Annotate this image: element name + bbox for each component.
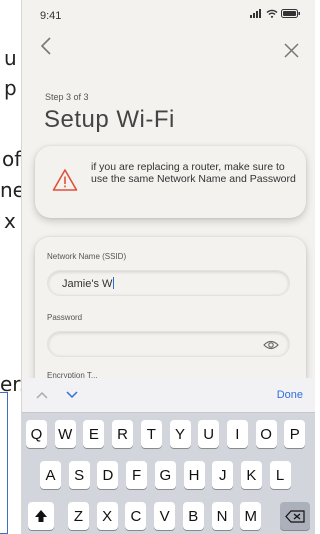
previous-field-button[interactable]: [36, 386, 48, 402]
signal-icon: [250, 9, 261, 18]
background-text-fragment: p: [4, 76, 17, 100]
step-indicator: Step 3 of 3: [45, 92, 89, 102]
key-n[interactable]: N: [211, 502, 233, 530]
shift-icon: [35, 510, 47, 522]
key-o[interactable]: O: [255, 420, 277, 448]
password-field[interactable]: [47, 331, 290, 357]
text-cursor: [113, 277, 115, 289]
status-time: 9:41: [40, 10, 62, 22]
warning-icon: [52, 168, 78, 197]
key-g[interactable]: G: [154, 461, 176, 489]
back-button[interactable]: [40, 36, 52, 62]
keyboard-row-3: ZXCVBNM: [22, 502, 315, 532]
key-m[interactable]: M: [240, 502, 262, 530]
network-name-label: Network Name (SSID): [47, 252, 127, 261]
key-c[interactable]: C: [125, 502, 147, 530]
key-t[interactable]: T: [140, 420, 162, 448]
next-field-button[interactable]: [66, 386, 78, 402]
key-j[interactable]: J: [212, 461, 234, 489]
keyboard-row-2: ASDFGHJKL: [22, 461, 315, 491]
key-q[interactable]: Q: [26, 420, 47, 448]
key-y[interactable]: Y: [169, 420, 191, 448]
close-icon: [284, 43, 299, 58]
background-text-fragment: x: [4, 209, 16, 233]
key-p[interactable]: P: [284, 420, 306, 448]
key-l[interactable]: L: [269, 461, 291, 489]
key-i[interactable]: I: [226, 420, 248, 448]
navigation-bar: [22, 36, 315, 64]
backspace-icon: [285, 509, 305, 523]
warning-message: if you are replacing a router, make sure…: [91, 161, 296, 185]
warning-card: if you are replacing a router, make sure…: [35, 146, 306, 218]
network-name-value: Jamie's W: [62, 277, 115, 290]
password-label: Password: [47, 313, 83, 322]
background-text-fragment: u: [4, 46, 17, 70]
status-icons: [250, 9, 301, 18]
delete-key[interactable]: [280, 502, 310, 530]
chevron-left-icon: [40, 37, 51, 55]
key-r[interactable]: R: [112, 420, 134, 448]
keyboard: Done QWERTYUIOP ASDFGHJKL ZXCVBNM: [22, 378, 315, 534]
phone-screen: 9:41 Step 3 of 3 Setup Wi-Fi if you are …: [21, 0, 315, 534]
background-text-fragment: of: [2, 147, 22, 171]
key-e[interactable]: E: [83, 420, 105, 448]
background-figure-frame: [0, 392, 8, 534]
key-u[interactable]: U: [198, 420, 220, 448]
keyboard-accessory-bar: Done: [22, 378, 315, 413]
show-password-button[interactable]: [263, 338, 279, 356]
keyboard-row-1: QWERTYUIOP: [22, 420, 315, 450]
close-button[interactable]: [284, 38, 299, 64]
shift-key[interactable]: [28, 502, 54, 530]
key-w[interactable]: W: [54, 420, 76, 448]
page-title: Setup Wi-Fi: [44, 106, 175, 133]
battery-icon: [281, 9, 300, 18]
key-h[interactable]: H: [183, 461, 205, 489]
chevron-down-icon: [66, 391, 78, 399]
key-d[interactable]: D: [97, 461, 119, 489]
key-s[interactable]: S: [68, 461, 90, 489]
key-v[interactable]: V: [154, 502, 176, 530]
key-x[interactable]: X: [96, 502, 118, 530]
key-z[interactable]: Z: [68, 502, 89, 530]
eye-icon: [263, 340, 279, 350]
chevron-up-icon: [36, 391, 48, 399]
key-k[interactable]: K: [240, 461, 262, 489]
key-f[interactable]: F: [126, 461, 148, 489]
key-a[interactable]: A: [40, 461, 61, 489]
done-button[interactable]: Done: [277, 389, 303, 401]
wifi-form: Network Name (SSID) Jamie's W Password E…: [35, 237, 306, 397]
network-name-field[interactable]: Jamie's W: [47, 270, 290, 296]
wifi-icon: [266, 9, 278, 18]
status-bar: 9:41: [22, 0, 315, 34]
key-b[interactable]: B: [182, 502, 204, 530]
